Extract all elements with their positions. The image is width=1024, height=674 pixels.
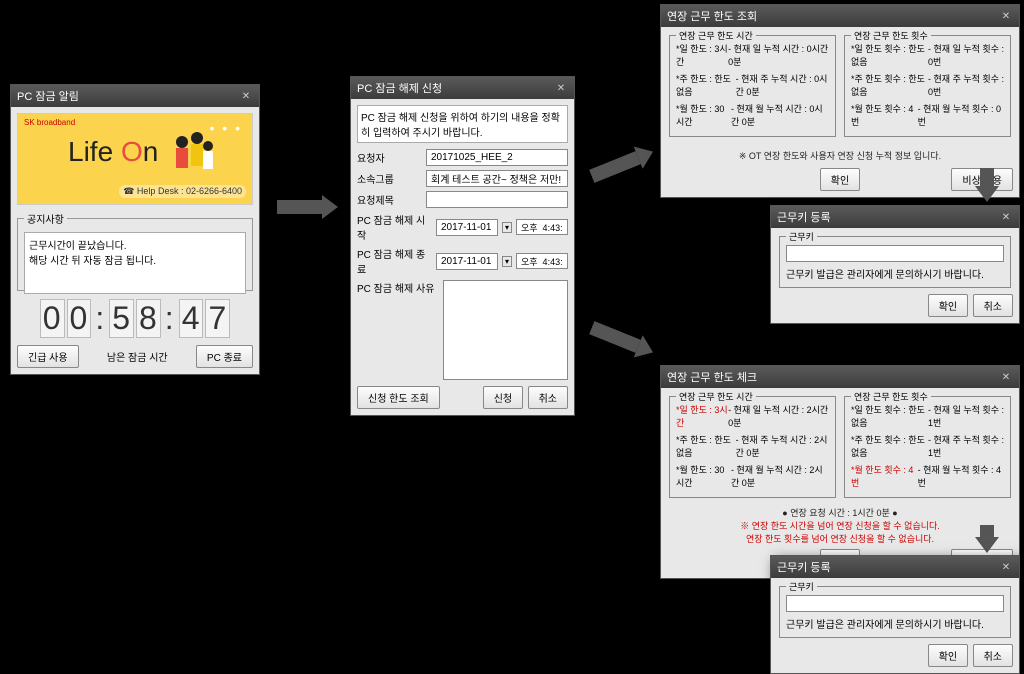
window-unlock-request: PC 잠금 해제 신청 ✕ PC 잠금 해제 신청을 위하여 하기의 내용을 정… xyxy=(350,76,575,416)
title: PC 잠금 알림 xyxy=(17,88,79,104)
close-icon[interactable]: ✕ xyxy=(554,81,568,95)
people-illustration xyxy=(162,124,222,184)
ok-button[interactable]: 확인 xyxy=(820,168,860,191)
title: 근무키 등록 xyxy=(777,559,831,575)
window-ot-limit-check: 연장 근무 한도 체크 ✕ 연장 근무 한도 시간 *일 한도 : 3시간- 현… xyxy=(660,365,1020,579)
limit-query-button[interactable]: 신청 한도 조회 xyxy=(357,386,440,409)
label-start: PC 잠금 해제 시작 xyxy=(357,212,432,242)
help-desk-label: ☎ Help Desk : 02-6266-6400 xyxy=(119,185,246,198)
ot-count-group: 연장 근무 한도 횟수 *일 한도 횟수 : 한도 없음- 현재 일 누적 횟수… xyxy=(844,35,1011,137)
workkey-msg: 근무키 발급은 관리자에게 문의하시기 바랍니다. xyxy=(786,266,1004,281)
window-workkey-register-1: 근무키 등록 ✕ 근무키 근무키 발급은 관리자에게 문의하시기 바랍니다. 확… xyxy=(770,205,1020,324)
error-line-1: ※ 연장 한도 시간을 넘어 연장 신청을 할 수 없습니다. xyxy=(667,519,1013,532)
ot-note: ※ OT 연장 한도와 사용자 연장 신청 누적 정보 입니다. xyxy=(667,149,1013,162)
titlebar: 근무키 등록 ✕ xyxy=(771,206,1019,228)
emergency-use-button[interactable]: 긴급 사용 xyxy=(17,345,79,368)
start-time-input[interactable] xyxy=(516,219,568,235)
titlebar: 근무키 등록 ✕ xyxy=(771,556,1019,578)
sk-logo-text: SK broadband xyxy=(24,118,75,127)
titlebar: 연장 근무 한도 체크 ✕ xyxy=(661,366,1019,388)
label-group: 소속그룹 xyxy=(357,171,422,186)
cancel-button[interactable]: 취소 xyxy=(528,386,568,409)
apply-button[interactable]: 신청 xyxy=(483,386,523,409)
notice-legend: 공지사항 xyxy=(24,211,67,226)
label-subject: 요청제목 xyxy=(357,192,422,207)
workkey-group: 근무키 근무키 발급은 관리자에게 문의하시기 바랍니다. xyxy=(779,586,1011,638)
workkey-group: 근무키 근무키 발급은 관리자에게 문의하시기 바랍니다. xyxy=(779,236,1011,288)
dropdown-icon[interactable]: ▾ xyxy=(502,256,512,267)
requester-field xyxy=(426,149,568,166)
remain-time-label: 남은 잠금 시간 xyxy=(107,349,168,364)
window-workkey-register-2: 근무키 등록 ✕ 근무키 근무키 발급은 관리자에게 문의하시기 바랍니다. 확… xyxy=(770,555,1020,674)
close-icon[interactable]: ✕ xyxy=(999,370,1013,384)
arrow-icon xyxy=(980,168,994,186)
ot-count-group: 연장 근무 한도 횟수 *일 한도 횟수 : 한도 없음- 현재 일 누적 횟수… xyxy=(844,396,1011,498)
title: 연장 근무 한도 체크 xyxy=(667,369,757,385)
end-date-input[interactable] xyxy=(436,253,498,270)
ok-button[interactable]: 확인 xyxy=(928,294,968,317)
group-field xyxy=(426,170,568,187)
notice-group: 공지사항 근무시간이 끝났습니다. 해당 시간 뒤 자동 잠금 됩니다. xyxy=(17,211,253,291)
workkey-input[interactable] xyxy=(786,245,1004,262)
close-icon[interactable]: ✕ xyxy=(999,9,1013,23)
window-lock-alert: PC 잠금 알림 ✕ SK broadband Life On • • • ☎ … xyxy=(10,84,260,375)
label-reason: PC 잠금 해제 사유 xyxy=(357,280,439,295)
title: PC 잠금 해제 신청 xyxy=(357,80,442,96)
label-end: PC 잠금 해제 종료 xyxy=(357,246,432,276)
dropdown-icon[interactable]: ▾ xyxy=(502,222,512,233)
ot-time-group: 연장 근무 한도 시간 *일 한도 : 3시간- 현재 일 누적 시간 : 2시… xyxy=(669,396,836,498)
pc-shutdown-button[interactable]: PC 종료 xyxy=(196,345,253,368)
arrow-icon xyxy=(589,321,641,353)
intro-text: PC 잠금 해제 신청을 위하여 하기의 내용을 정확히 입력하여 주시기 바랍… xyxy=(357,105,568,143)
workkey-input[interactable] xyxy=(786,595,1004,612)
end-time-input[interactable] xyxy=(516,253,568,269)
brand-banner: SK broadband Life On • • • ☎ Help Desk :… xyxy=(17,113,253,205)
cancel-button[interactable]: 취소 xyxy=(973,294,1013,317)
request-time-label: ● 연장 요청 시간 : 1시간 0분 ● xyxy=(667,506,1013,519)
workkey-msg: 근무키 발급은 관리자에게 문의하시기 바랍니다. xyxy=(786,616,1004,631)
titlebar: PC 잠금 알림 ✕ xyxy=(11,85,259,107)
arrow-icon xyxy=(589,151,641,183)
start-date-input[interactable] xyxy=(436,219,498,236)
title: 연장 근무 한도 조회 xyxy=(667,8,757,24)
titlebar: 연장 근무 한도 조회 ✕ xyxy=(661,5,1019,27)
titlebar: PC 잠금 해제 신청 ✕ xyxy=(351,77,574,99)
window-ot-limit-query: 연장 근무 한도 조회 ✕ 연장 근무 한도 시간 *일 한도 : 3시간- 현… xyxy=(660,4,1020,198)
close-icon[interactable]: ✕ xyxy=(999,210,1013,224)
countdown-timer: 00:58:47 xyxy=(17,299,253,339)
error-line-2: 연장 한도 횟수를 넘어 연장 신청을 할 수 없습니다. xyxy=(667,532,1013,545)
close-icon[interactable]: ✕ xyxy=(239,89,253,103)
reason-textarea[interactable] xyxy=(443,280,568,380)
title: 근무키 등록 xyxy=(777,209,831,225)
ot-time-group: 연장 근무 한도 시간 *일 한도 : 3시간- 현재 일 누적 시간 : 0시… xyxy=(669,35,836,137)
life-on-logo: Life On xyxy=(68,136,158,168)
arrow-icon xyxy=(980,525,994,537)
subject-input[interactable] xyxy=(426,191,568,208)
arrow-icon xyxy=(277,200,322,214)
notice-text: 근무시간이 끝났습니다. 해당 시간 뒤 자동 잠금 됩니다. xyxy=(24,232,246,294)
close-icon[interactable]: ✕ xyxy=(999,560,1013,574)
label-requester: 요청자 xyxy=(357,150,422,165)
